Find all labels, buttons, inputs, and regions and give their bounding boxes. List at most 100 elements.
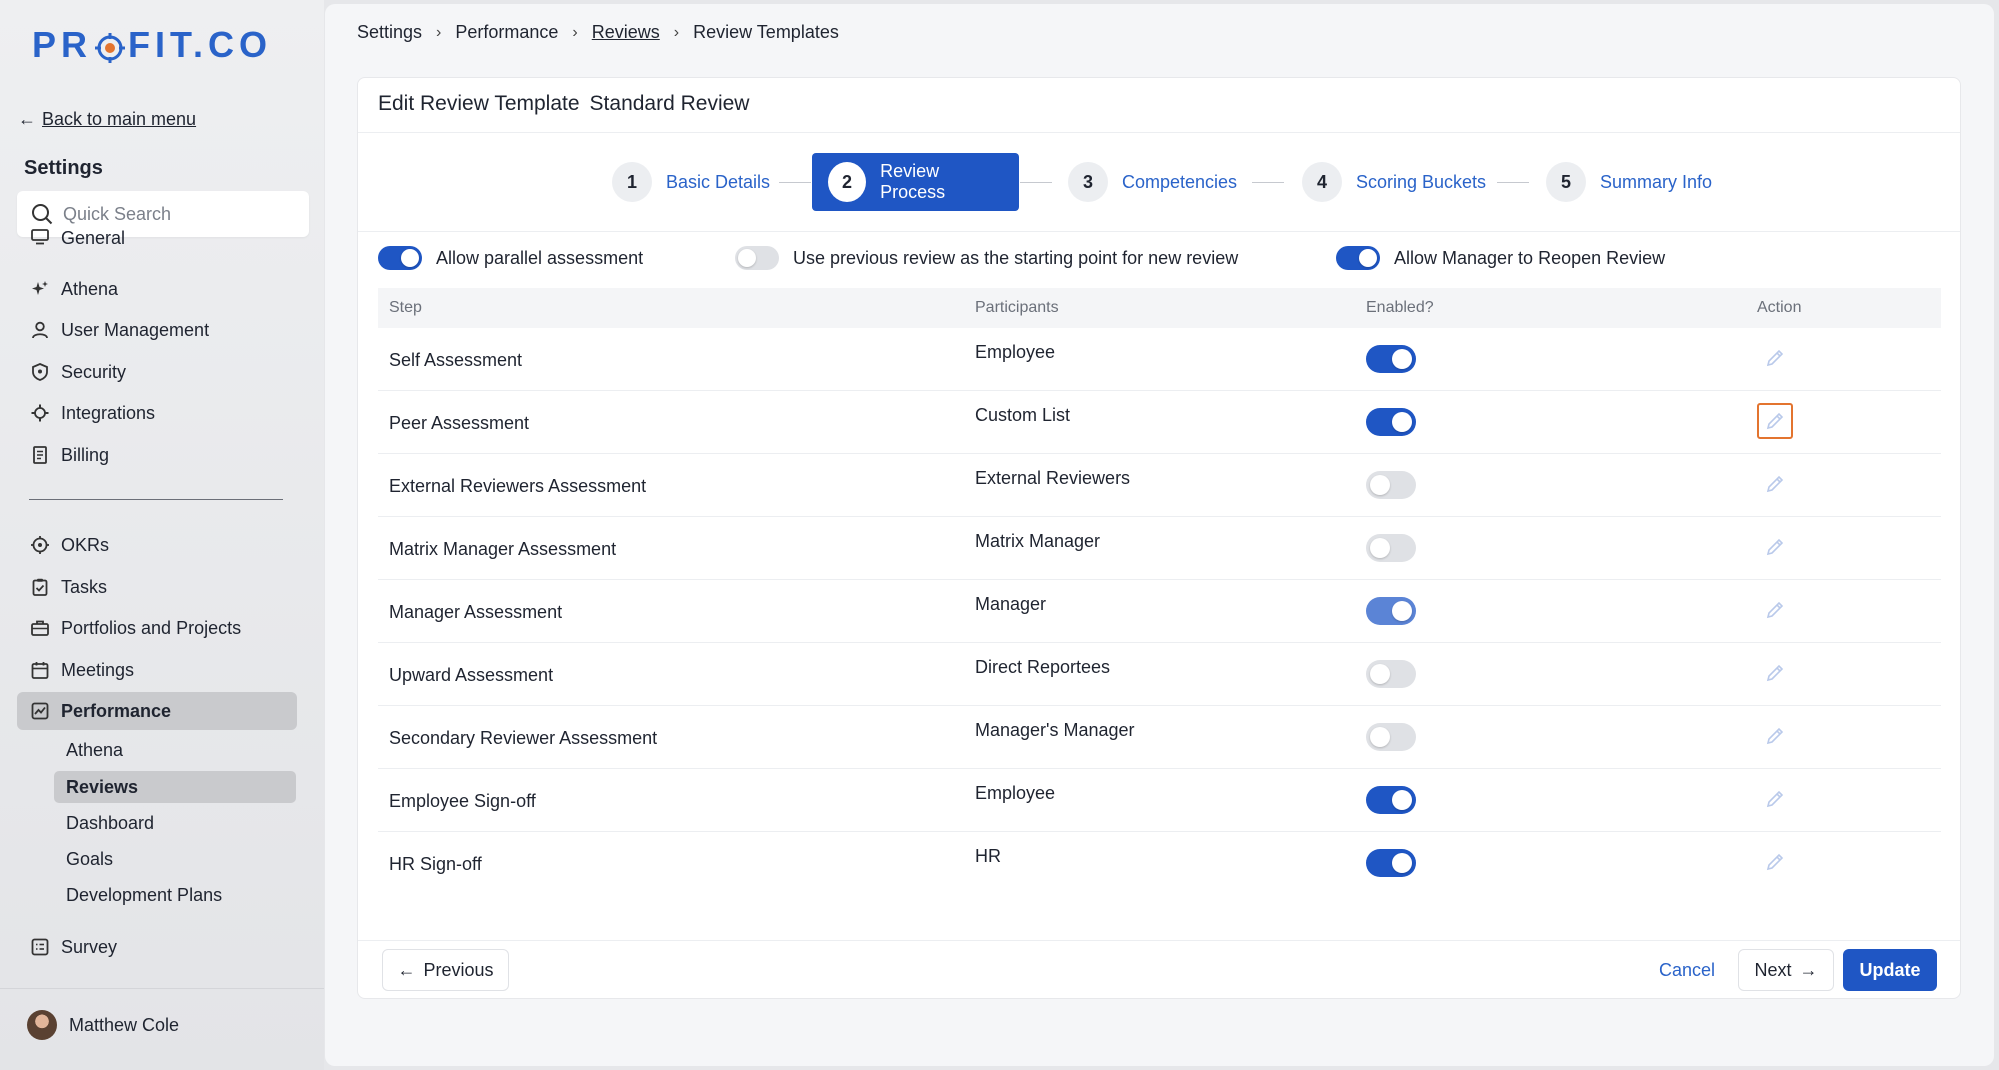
- sidebar-subitem-reviews[interactable]: Reviews: [54, 771, 296, 803]
- edit-button[interactable]: [1757, 781, 1793, 817]
- sidebar-item-survey[interactable]: Survey: [17, 928, 297, 966]
- enabled-toggle[interactable]: [1366, 408, 1416, 436]
- arrow-left-icon: ←: [397, 959, 416, 980]
- shield-icon: [31, 363, 49, 381]
- sidebar-divider: [29, 499, 283, 500]
- sidebar-item-label: Performance: [61, 700, 172, 721]
- table-header: Step Participants Enabled? Action: [378, 288, 1941, 328]
- allow-parallel-option: Allow parallel assessment: [378, 246, 643, 270]
- search-input[interactable]: [63, 203, 293, 225]
- enabled-toggle[interactable]: [1366, 597, 1416, 625]
- allow-reopen-option: Allow Manager to Reopen Review: [1336, 246, 1665, 270]
- sparkle-icon: [31, 280, 49, 298]
- calendar-icon: [31, 661, 49, 679]
- edit-button[interactable]: [1757, 655, 1793, 691]
- monitor-icon: [31, 228, 49, 246]
- enabled-toggle[interactable]: [1366, 723, 1416, 751]
- sidebar-subitem-goals[interactable]: Goals: [54, 843, 296, 875]
- sidebar-item-athena[interactable]: Athena: [17, 270, 297, 308]
- step-label: Competencies: [1122, 171, 1238, 192]
- sidebar-item-general[interactable]: General: [17, 228, 297, 264]
- table-row: Peer Assessment Custom List: [378, 391, 1941, 454]
- enabled-toggle[interactable]: [1366, 345, 1416, 373]
- step-label: Review Process: [880, 161, 946, 202]
- participants: Employee: [975, 342, 1056, 362]
- step-name: Matrix Manager Assessment: [389, 539, 617, 559]
- template-name: Standard Review: [589, 92, 750, 115]
- step-connector: [779, 182, 811, 183]
- cancel-button[interactable]: Cancel: [1645, 949, 1729, 991]
- edit-button[interactable]: [1757, 529, 1793, 565]
- previous-button[interactable]: ← Previous: [382, 949, 509, 991]
- table-row: Employee Sign-off Employee: [378, 769, 1941, 832]
- breadcrumb-performance[interactable]: Performance: [455, 22, 558, 43]
- sidebar-item-portfolios-and-projects[interactable]: Portfolios and Projects: [17, 609, 297, 647]
- step-summary-info[interactable]: 5 Summary Info: [1530, 153, 1728, 211]
- sidebar-item-integrations[interactable]: Integrations: [17, 394, 297, 432]
- sidebar-item-meetings[interactable]: Meetings: [17, 651, 297, 689]
- enabled-toggle[interactable]: [1366, 786, 1416, 814]
- arrow-right-icon: →: [1799, 959, 1818, 980]
- sidebar-subitem-athena[interactable]: Athena: [54, 734, 296, 766]
- logo-text-right: FIT.CO: [128, 24, 273, 65]
- column-header-action: Action: [1757, 299, 1802, 316]
- pencil-icon: [1766, 853, 1784, 871]
- step-scoring-buckets[interactable]: 4 Scoring Buckets: [1286, 153, 1502, 211]
- step-basic-details[interactable]: 1 Basic Details: [596, 153, 786, 211]
- step-competencies[interactable]: 3 Competencies: [1052, 153, 1253, 211]
- pencil-icon: [1766, 790, 1784, 808]
- pencil-icon: [1766, 475, 1784, 493]
- table-row: Secondary Reviewer Assessment Manager's …: [378, 706, 1941, 769]
- table-row: Self Assessment Employee: [378, 328, 1941, 391]
- participants: Manager: [975, 594, 1047, 614]
- page-title-text: Edit Review Template: [378, 92, 580, 115]
- breadcrumb-settings[interactable]: Settings: [357, 22, 422, 43]
- breadcrumb-reviews[interactable]: Reviews: [592, 22, 660, 43]
- step-name: Upward Assessment: [389, 665, 554, 685]
- next-label: Next: [1754, 959, 1792, 980]
- gear-icon: [31, 404, 49, 422]
- edit-button[interactable]: [1757, 844, 1793, 880]
- user-icon: [31, 321, 49, 339]
- sidebar-item-security[interactable]: Security: [17, 353, 297, 391]
- table-row: Upward Assessment Direct Reportees: [378, 643, 1941, 706]
- update-button[interactable]: Update: [1843, 949, 1937, 991]
- allow-reopen-toggle[interactable]: [1336, 246, 1380, 270]
- column-header-participants: Participants: [975, 299, 1059, 316]
- sidebar-item-label: Portfolios and Projects: [61, 617, 242, 638]
- participants: Matrix Manager: [975, 531, 1101, 551]
- logo-target-icon: [95, 30, 126, 63]
- sidebar-item-performance[interactable]: Performance: [17, 692, 297, 730]
- back-to-main-menu-link[interactable]: ← Back to main menu: [18, 109, 196, 130]
- pencil-icon: [1766, 412, 1784, 430]
- edit-button[interactable]: [1757, 403, 1793, 439]
- edit-button[interactable]: [1757, 340, 1793, 376]
- user-profile[interactable]: Matthew Cole: [27, 1010, 179, 1040]
- enabled-toggle[interactable]: [1366, 849, 1416, 877]
- profit-logo[interactable]: PR FIT.CO: [32, 24, 272, 65]
- sidebar-item-user-management[interactable]: User Management: [17, 311, 297, 349]
- sidebar-subitem-development-plans[interactable]: Development Plans: [54, 879, 296, 911]
- sidebar-item-label: User Management: [61, 319, 210, 340]
- divider: [358, 940, 1960, 941]
- step-review-process[interactable]: 2 Review Process: [812, 153, 1019, 211]
- sidebar-item-okrs[interactable]: OKRs: [17, 526, 297, 564]
- allow-parallel-toggle[interactable]: [378, 246, 422, 270]
- enabled-toggle[interactable]: [1366, 660, 1416, 688]
- participants: Direct Reportees: [975, 657, 1111, 677]
- step-name: Self Assessment: [389, 350, 523, 370]
- use-previous-review-toggle[interactable]: [735, 246, 779, 270]
- edit-button[interactable]: [1757, 592, 1793, 628]
- sidebar-item-label: Tasks: [61, 576, 108, 597]
- sidebar-item-billing[interactable]: Billing: [17, 436, 297, 474]
- edit-button[interactable]: [1757, 718, 1793, 754]
- next-button[interactable]: Next →: [1738, 949, 1834, 991]
- sidebar-item-tasks[interactable]: Tasks: [17, 568, 297, 606]
- sidebar-subitem-dashboard[interactable]: Dashboard: [54, 807, 296, 839]
- sidebar-item-label: Billing: [61, 444, 110, 465]
- table-row: External Reviewers Assessment External R…: [378, 454, 1941, 517]
- enabled-toggle[interactable]: [1366, 534, 1416, 562]
- briefcase-icon: [31, 619, 49, 637]
- enabled-toggle[interactable]: [1366, 471, 1416, 499]
- edit-button[interactable]: [1757, 466, 1793, 502]
